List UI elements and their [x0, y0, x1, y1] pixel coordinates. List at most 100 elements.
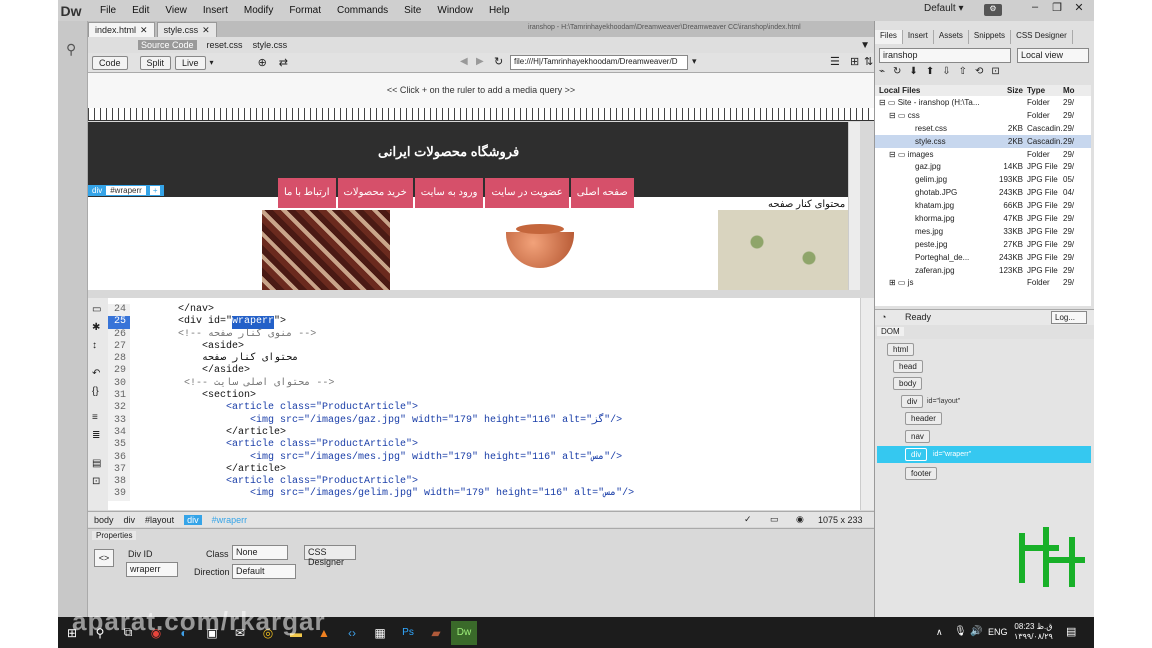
tab-insert[interactable]: Insert — [903, 30, 934, 44]
nav-shop[interactable]: خرید محصولات — [337, 178, 413, 208]
file-row[interactable]: gelim.jpg 193KB JPG File 05/ — [875, 173, 1091, 186]
file-row[interactable]: ⊟ ▭ css Folder 29/ — [875, 109, 1091, 122]
tab-files[interactable]: Files — [875, 30, 903, 44]
dom-node-div-wraperr[interactable]: div — [905, 448, 928, 461]
file-row[interactable]: ⊞ ▭ js Folder 29/ — [875, 276, 1091, 289]
ruler[interactable] — [88, 108, 874, 121]
minimize-icon[interactable]: – — [1024, 1, 1046, 19]
media-query-bar[interactable]: << Click + on the ruler to add a media q… — [88, 73, 874, 108]
file-row[interactable]: ⊟ ▭ Site - iranshop (H:\Ta... Folder 29/ — [875, 96, 1091, 109]
browser-preview-icon[interactable]: ◉ — [796, 514, 804, 525]
crumb-body[interactable]: body — [94, 515, 114, 525]
code-line[interactable]: 30 <!-- محتوای اصلی سایت --> — [108, 377, 860, 391]
menu-commands[interactable]: Commands — [329, 5, 396, 16]
file-row[interactable]: khatam.jpg 66KB JPG File 29/ — [875, 199, 1091, 212]
volume-icon[interactable]: 🔊 — [970, 626, 982, 637]
crumb-layout[interactable]: #layout — [145, 515, 174, 525]
code-scrollbar[interactable] — [860, 298, 874, 510]
indent-icon[interactable]: ≡ — [92, 412, 98, 423]
code-line[interactable]: 35 <article class="ProductArticle"> — [108, 439, 860, 452]
options-icon[interactable]: ⊞ — [850, 55, 859, 68]
nav-contact[interactable]: ارتباط با ما — [278, 178, 336, 208]
tab-assets[interactable]: Assets — [934, 30, 969, 44]
nav-register[interactable]: عضویت در سایت — [485, 178, 569, 208]
related-style-css[interactable]: style.css — [253, 40, 288, 50]
direction-select[interactable]: Default — [232, 564, 296, 579]
expand-icon[interactable]: ↕ — [92, 340, 97, 351]
close-icon[interactable]: ✕ — [1068, 1, 1090, 19]
get-files-icon[interactable]: ⬇ — [909, 66, 917, 77]
code-view-button[interactable]: Code — [92, 55, 128, 70]
close-tab-icon[interactable]: ✕ — [140, 25, 148, 36]
design-scrollbar[interactable] — [848, 122, 860, 290]
menu-file[interactable]: File — [92, 5, 124, 16]
address-field[interactable]: file:///H|/Tamrinhayekhoodam/Dreamweaver… — [510, 55, 688, 70]
add-class-icon[interactable]: + — [149, 186, 161, 195]
check-out-icon[interactable]: ⇩ — [942, 66, 950, 77]
site-select[interactable]: iranshop — [879, 48, 1011, 63]
tray-arrow-icon[interactable]: ∧ — [936, 627, 943, 638]
back-icon[interactable]: ◀ — [460, 56, 468, 67]
language-indicator[interactable]: ENG — [988, 627, 1008, 637]
dom-node-nav[interactable]: nav — [905, 430, 930, 443]
code-line[interactable]: 26 <!-- منوی کنار صفحه --> — [108, 328, 860, 341]
filter-icon[interactable]: ▼ — [860, 40, 870, 51]
code-line[interactable]: 37 </article> — [108, 463, 860, 477]
file-row[interactable]: khorma.jpg 47KB JPG File 29/ — [875, 212, 1091, 225]
nav-login[interactable]: ورود به سایت — [414, 178, 484, 208]
code-line[interactable]: 29 </aside> — [108, 365, 860, 378]
file-row[interactable]: mes.jpg 33KB JPG File 29/ — [875, 225, 1091, 238]
live-dropdown-icon[interactable]: ▾ — [210, 58, 214, 67]
code-editor-icon[interactable]: ‹› — [339, 621, 365, 645]
file-row[interactable]: peste.jpg 27KB JPG File 29/ — [875, 238, 1091, 251]
design-view[interactable]: فروشگاه محصولات ایرانی صفحه اصلی عضویت د… — [88, 122, 860, 290]
preview-icon[interactable]: ⇄ — [279, 56, 288, 69]
menu-modify[interactable]: Modify — [236, 5, 281, 16]
close-tab-icon[interactable]: ✕ — [202, 25, 210, 36]
file-row[interactable]: zaferan.jpg 123KB JPG File 29/ — [875, 264, 1091, 277]
crumb-div-selected[interactable]: div — [184, 514, 202, 525]
tab-snippets[interactable]: Snippets — [969, 30, 1012, 44]
inspect-icon[interactable]: ⊕ — [258, 56, 267, 69]
live-view-button[interactable]: Live — [175, 55, 206, 70]
dom-node-body[interactable]: body — [893, 377, 923, 390]
code-line[interactable]: 24 </nav> — [108, 304, 860, 317]
view-select[interactable]: Local view — [1017, 48, 1089, 63]
notifications-icon[interactable]: ▤ — [1066, 625, 1076, 638]
menu-insert[interactable]: Insert — [195, 5, 236, 16]
col-local-files[interactable]: Local Files — [875, 86, 999, 95]
code-line[interactable]: 34 </article> — [108, 426, 860, 440]
code-editor[interactable]: 24 </nav> 25 <div id=" wraperr "> 26 <!-- … — [108, 298, 860, 510]
related-source-code[interactable]: Source Code — [138, 40, 197, 50]
dom-node-head[interactable]: head — [893, 360, 923, 373]
tab-style-css[interactable]: style.css ✕ — [156, 22, 217, 37]
comment-icon[interactable]: ▤ — [92, 458, 101, 469]
window-size-icon[interactable]: ▭ — [770, 514, 779, 525]
col-modified[interactable]: Mo — [1063, 86, 1083, 95]
menu-view[interactable]: View — [157, 5, 195, 16]
collapse-icon[interactable]: ✱ — [92, 322, 100, 333]
brackets-icon[interactable]: {} — [92, 386, 99, 397]
snippet-icon[interactable]: ⊡ — [92, 476, 100, 487]
nav-home[interactable]: صفحه اصلی — [570, 178, 634, 208]
dom-node-footer[interactable]: footer — [905, 467, 938, 480]
outdent-icon[interactable]: ≣ — [92, 430, 100, 441]
open-documents-icon[interactable]: ▭ — [92, 304, 101, 315]
log-button[interactable]: Log... — [1051, 311, 1087, 324]
css-designer-button[interactable]: CSS Designer — [304, 545, 356, 567]
sync-icon[interactable]: ⟲ — [975, 66, 983, 77]
refresh-files-icon[interactable]: ↻ — [893, 66, 901, 77]
dom-node-html[interactable]: html — [887, 343, 915, 356]
code-line[interactable]: 39 <img src="/images/gelim.jpg" width="1… — [108, 488, 860, 501]
window-size-readout[interactable]: 1075 x 233 — [818, 515, 863, 525]
menu-site[interactable]: Site — [396, 5, 429, 16]
dom-node-header[interactable]: header — [905, 412, 942, 425]
refresh-icon[interactable]: ↻ — [494, 55, 503, 68]
menu-format[interactable]: Format — [281, 5, 329, 16]
expand-panel-icon[interactable]: ⊡ — [991, 66, 999, 77]
file-row[interactable]: gaz.jpg 14KB JPG File 29/ — [875, 160, 1091, 173]
forward-icon[interactable]: ▶ — [476, 56, 484, 67]
class-select[interactable]: None — [232, 545, 288, 560]
crumb-wraperr[interactable]: #wraperr — [212, 515, 248, 525]
dom-node-div-layout[interactable]: div — [901, 395, 924, 408]
